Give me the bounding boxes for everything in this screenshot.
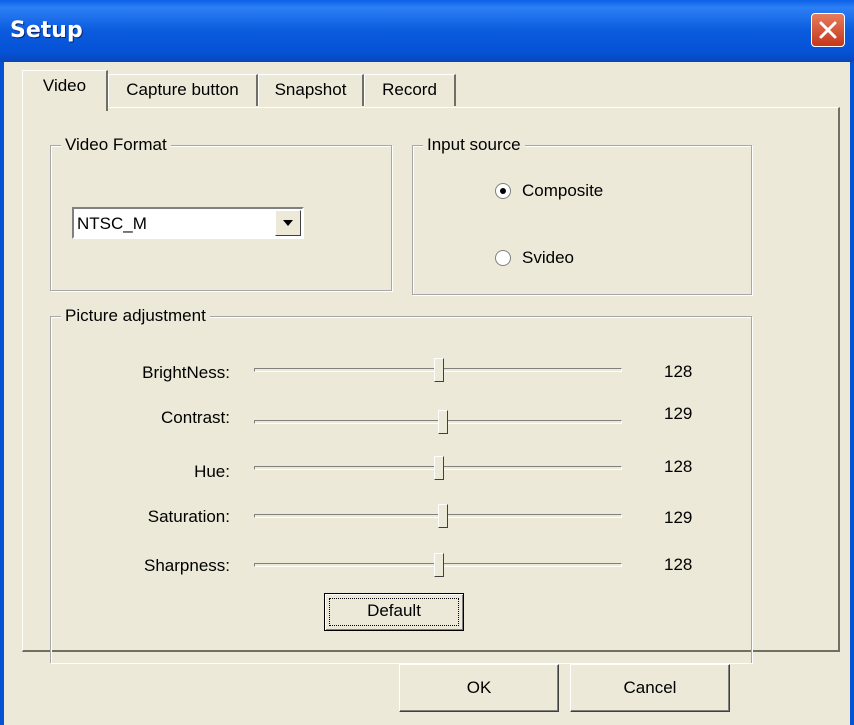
cancel-button[interactable]: Cancel	[570, 664, 730, 712]
chevron-down-icon	[283, 220, 293, 226]
radio-composite[interactable]	[495, 183, 511, 199]
ok-button-label: OK	[466, 678, 492, 697]
sharpness-slider-thumb[interactable]	[434, 553, 444, 577]
radio-composite-label[interactable]: Composite	[522, 180, 603, 202]
focus-ring	[329, 598, 459, 626]
close-button[interactable]	[811, 13, 845, 47]
window-border-right	[850, 62, 854, 725]
saturation-label: Saturation:	[147, 507, 230, 526]
picture-adjustment-legend: Picture adjustment	[61, 305, 210, 327]
video-format-value: NTSC_M	[77, 214, 147, 233]
brightness-label: BrightNess:	[142, 363, 230, 382]
tab-video[interactable]: Video	[22, 70, 108, 111]
close-icon	[819, 21, 837, 39]
sharpness-label: Sharpness:	[144, 556, 230, 575]
tab-snapshot[interactable]: Snapshot	[258, 74, 364, 106]
window-title: Setup	[10, 18, 83, 43]
hue-slider-thumb[interactable]	[434, 456, 444, 480]
input-source-legend: Input source	[423, 134, 525, 156]
video-format-legend: Video Format	[61, 134, 171, 156]
saturation-slider-thumb[interactable]	[438, 504, 448, 528]
tab-record[interactable]: Record	[364, 74, 456, 106]
brightness-slider[interactable]	[254, 358, 622, 382]
tab-snapshot-label: Snapshot	[274, 80, 347, 99]
title-bar[interactable]: Setup	[0, 0, 854, 62]
contrast-slider-thumb[interactable]	[438, 410, 448, 434]
saturation-slider[interactable]	[254, 504, 622, 528]
radio-svideo[interactable]	[495, 250, 511, 266]
input-source-group: Input source	[412, 134, 752, 295]
default-button[interactable]: Default	[324, 593, 464, 631]
hue-slider[interactable]	[254, 456, 622, 480]
ok-button[interactable]: OK	[399, 664, 559, 712]
radio-svideo-label[interactable]: Svideo	[522, 247, 574, 269]
hue-label: Hue:	[194, 462, 230, 481]
tab-record-label: Record	[382, 80, 437, 99]
saturation-value: 129	[664, 508, 693, 527]
cancel-button-label: Cancel	[623, 678, 677, 697]
contrast-slider[interactable]	[254, 410, 622, 434]
window-border-left	[0, 62, 4, 725]
sharpness-value: 128	[664, 555, 693, 574]
tab-capture-button-label: Capture button	[126, 80, 239, 99]
contrast-value: 129	[664, 404, 693, 423]
brightness-slider-thumb[interactable]	[434, 358, 444, 382]
tab-video-label: Video	[42, 76, 87, 95]
setup-dialog: Setup Video Capture button Snapshot Reco…	[0, 0, 854, 725]
hue-value: 128	[664, 457, 693, 476]
tab-capture-button[interactable]: Capture button	[108, 74, 258, 106]
brightness-value: 128	[664, 362, 693, 381]
sharpness-slider[interactable]	[254, 553, 622, 577]
contrast-label: Contrast:	[161, 408, 230, 427]
video-format-select[interactable]: NTSC_M	[72, 207, 304, 239]
dropdown-button[interactable]	[275, 210, 301, 236]
